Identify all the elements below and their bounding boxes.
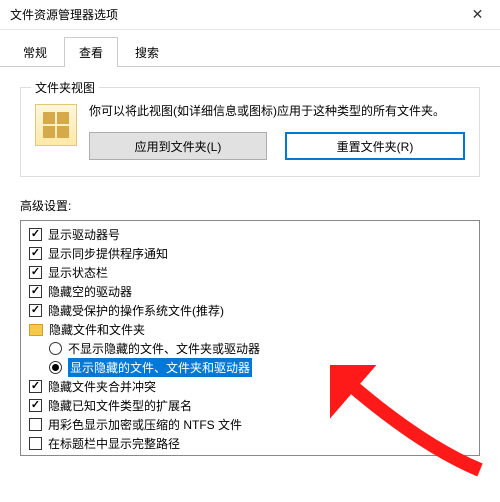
tree-row[interactable]: 隐藏空的驱动器: [21, 282, 479, 301]
tree-row[interactable]: 显示同步提供程序通知: [21, 244, 479, 263]
checkbox-icon[interactable]: [29, 304, 42, 317]
checkbox-icon[interactable]: [29, 418, 42, 431]
tree-row[interactable]: 在单独的进程中打开文件夹窗口: [21, 453, 479, 456]
radio-icon[interactable]: [49, 342, 62, 355]
tree-row[interactable]: 用彩色显示加密或压缩的 NTFS 文件: [21, 415, 479, 434]
reset-folders-button[interactable]: 重置文件夹(R): [285, 132, 465, 160]
tree-row-label: 显示同步提供程序通知: [48, 245, 168, 262]
tree-row[interactable]: 在标题栏中显示完整路径: [21, 434, 479, 453]
advanced-label: 高级设置:: [20, 197, 480, 214]
checkbox-icon[interactable]: [29, 266, 42, 279]
tab-strip: 常规 查看 搜索: [0, 30, 500, 67]
checkbox-icon[interactable]: [29, 399, 42, 412]
tree-row-label: 在单独的进程中打开文件夹窗口: [48, 454, 216, 456]
tree-row[interactable]: 显示状态栏: [21, 263, 479, 282]
folder-views-label: 文件夹视图: [31, 79, 99, 96]
tree-row-label: 显示状态栏: [48, 264, 108, 281]
tree-row[interactable]: 隐藏已知文件类型的扩展名: [21, 396, 479, 415]
folder-icon: [29, 324, 43, 336]
tab-general[interactable]: 常规: [8, 37, 62, 67]
tree-row-label: 显示隐藏的文件、文件夹和驱动器: [68, 358, 252, 377]
checkbox-icon[interactable]: [29, 228, 42, 241]
tree-row-label: 不显示隐藏的文件、文件夹或驱动器: [68, 340, 260, 357]
checkbox-icon[interactable]: [29, 247, 42, 260]
apply-to-folders-button[interactable]: 应用到文件夹(L): [89, 132, 267, 160]
tree-row-label: 在标题栏中显示完整路径: [48, 435, 180, 452]
tab-view[interactable]: 查看: [64, 37, 118, 67]
titlebar: 文件资源管理器选项 ✕: [0, 0, 500, 30]
folder-views-icon: [35, 104, 77, 146]
tree-row-label: 隐藏文件夹合并冲突: [48, 378, 156, 395]
advanced-tree[interactable]: 显示驱动器号显示同步提供程序通知显示状态栏隐藏空的驱动器隐藏受保护的操作系统文件…: [20, 220, 480, 456]
tree-row-label: 显示驱动器号: [48, 226, 120, 243]
checkbox-icon[interactable]: [29, 285, 42, 298]
tree-row[interactable]: 显示驱动器号: [21, 225, 479, 244]
checkbox-icon[interactable]: [29, 380, 42, 393]
tab-search[interactable]: 搜索: [120, 37, 174, 67]
tree-row-label: 隐藏文件和文件夹: [49, 321, 145, 338]
tab-content: 文件夹视图 你可以将此视图(如详细信息或图标)应用于这种类型的所有文件夹。 应用…: [0, 67, 500, 456]
folder-views-desc: 你可以将此视图(如详细信息或图标)应用于这种类型的所有文件夹。: [89, 102, 465, 120]
tree-row-label: 隐藏已知文件类型的扩展名: [48, 397, 192, 414]
folder-views-group: 文件夹视图 你可以将此视图(如详细信息或图标)应用于这种类型的所有文件夹。 应用…: [20, 87, 480, 177]
tree-row-label: 隐藏空的驱动器: [48, 283, 132, 300]
tree-row[interactable]: 隐藏文件和文件夹: [21, 320, 479, 339]
checkbox-icon[interactable]: [29, 437, 42, 450]
tree-row[interactable]: 隐藏受保护的操作系统文件(推荐): [21, 301, 479, 320]
close-button[interactable]: ✕: [455, 0, 500, 30]
tree-row[interactable]: 隐藏文件夹合并冲突: [21, 377, 479, 396]
window-title: 文件资源管理器选项: [10, 6, 118, 23]
radio-icon[interactable]: [49, 361, 62, 374]
tree-row-label: 用彩色显示加密或压缩的 NTFS 文件: [48, 416, 242, 433]
tree-row[interactable]: 显示隐藏的文件、文件夹和驱动器: [21, 358, 479, 377]
tree-row-label: 隐藏受保护的操作系统文件(推荐): [48, 302, 224, 319]
tree-row[interactable]: 不显示隐藏的文件、文件夹或驱动器: [21, 339, 479, 358]
